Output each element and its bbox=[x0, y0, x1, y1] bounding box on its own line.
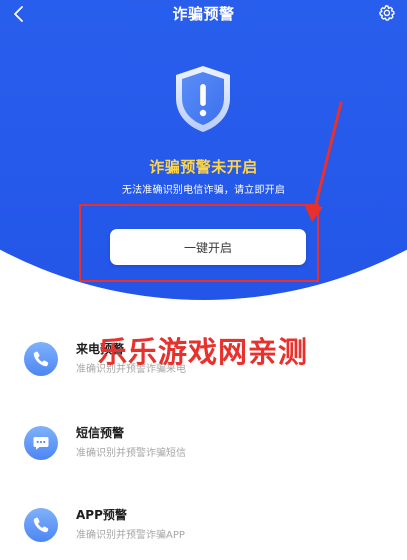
enable-button[interactable]: 一键开启 bbox=[110, 229, 306, 265]
phone-icon bbox=[24, 342, 58, 376]
message-icon bbox=[24, 426, 58, 460]
phone-icon bbox=[24, 508, 58, 542]
page-title: 诈骗预警 bbox=[172, 5, 235, 23]
feature-subtitle: 准确识别并预警诈骗短信 bbox=[76, 448, 186, 459]
feature-title: APP预警 bbox=[76, 508, 127, 522]
feature-item-sms[interactable]: 短信预警 准确识别并预警诈骗短信 bbox=[0, 418, 407, 478]
feature-subtitle: 准确识别并预警诈骗APP bbox=[76, 530, 185, 541]
top-bar: 诈骗预警 bbox=[0, 0, 407, 26]
watermark-text: 乐乐游戏网亲测 bbox=[98, 335, 309, 369]
gear-icon bbox=[379, 5, 395, 21]
feature-item-app[interactable]: APP预警 准确识别并预警诈骗APP bbox=[0, 500, 407, 560]
settings-button[interactable] bbox=[375, 2, 397, 24]
shield-exclamation-icon bbox=[176, 66, 230, 132]
feature-title: 短信预警 bbox=[76, 426, 125, 440]
